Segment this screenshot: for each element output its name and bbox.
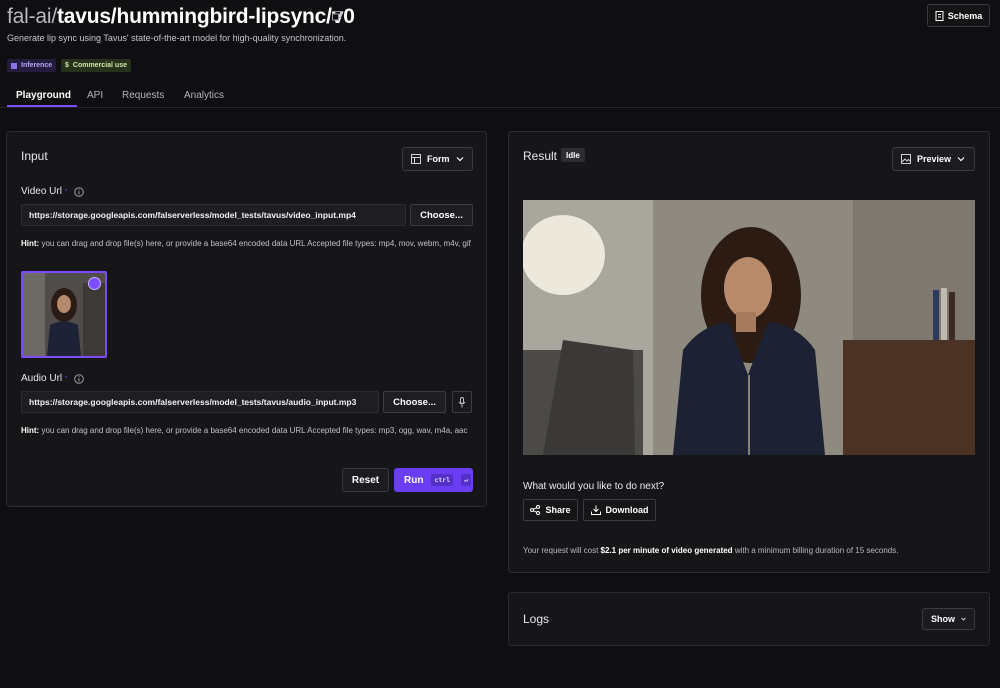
audio-hint-text: you can drag and drop file(s) here, or p…: [41, 426, 468, 435]
download-button[interactable]: Download: [583, 499, 656, 521]
inference-badge: Inference: [7, 59, 57, 72]
audio-hint: Hint: you can drag and drop file(s) here…: [21, 425, 479, 437]
schema-label: Schema: [947, 10, 983, 21]
download-label: Download: [605, 505, 649, 515]
audio-url-input[interactable]: https://storage.googleapis.com/falserver…: [21, 391, 379, 413]
form-icon: [411, 154, 421, 164]
cost-prefix: Your request will cost: [523, 546, 599, 555]
cost-value: $2.1 per minute of video generated: [600, 546, 733, 555]
download-icon: [590, 505, 601, 515]
share-label: Share: [545, 505, 571, 515]
video-frame: [523, 200, 975, 455]
run-shortcut-ctrl: ctrl: [431, 474, 454, 486]
video-hint-prefix: Hint:: [21, 239, 40, 248]
video-url-label-text: Video Url: [21, 186, 62, 197]
preview-mode-dropdown[interactable]: Preview: [892, 147, 975, 171]
required-marker: *: [64, 188, 68, 195]
form-mode-label: Form: [427, 154, 450, 164]
dollar-icon: $: [65, 62, 69, 69]
run-shortcut-enter: ↵: [461, 474, 472, 486]
schema-button[interactable]: Schema: [927, 4, 990, 27]
inference-badge-label: Inference: [21, 62, 53, 69]
namespace-label: fal-ai/: [7, 5, 57, 28]
audio-url-label: Audio Url *: [21, 373, 85, 384]
chevron-down-icon: [961, 617, 966, 621]
preview-mode-label: Preview: [917, 154, 952, 164]
tab-api[interactable]: API: [87, 90, 103, 101]
logs-title: Logs: [523, 612, 550, 626]
form-mode-dropdown[interactable]: Form: [402, 147, 473, 171]
microphone-icon: [458, 396, 466, 407]
model-name: tavus/hummingbird-lipsync/v0: [56, 5, 355, 28]
commercial-badge-label: Commercial use: [72, 62, 127, 69]
next-action-prompt: What would you like to do next?: [523, 481, 665, 492]
audio-choose-button[interactable]: Choose...: [383, 391, 446, 413]
logs-toggle-label: Show: [931, 614, 955, 624]
model-description: Generate lip sync using Tavus' state-of-…: [7, 33, 347, 43]
video-url-input[interactable]: https://storage.googleapis.com/falserver…: [21, 204, 406, 226]
tab-requests[interactable]: Requests: [122, 90, 164, 101]
logs-panel: [508, 592, 990, 646]
copy-icon[interactable]: [332, 11, 342, 21]
document-icon: [935, 10, 944, 21]
tab-bar: Playground API Requests Analytics: [0, 86, 1000, 108]
selected-check-icon: [88, 277, 101, 290]
audio-hint-prefix: Hint:: [21, 426, 40, 435]
chevron-down-icon: [456, 157, 463, 162]
video-choose-button[interactable]: Choose...: [410, 204, 473, 226]
required-marker: *: [65, 375, 68, 382]
input-title: Input: [21, 149, 48, 163]
record-audio-button[interactable]: [452, 391, 472, 413]
share-icon: [530, 505, 541, 515]
image-icon: [901, 154, 911, 164]
cost-suffix: with a minimum billing duration of 15 se…: [734, 546, 899, 555]
share-button[interactable]: Share: [523, 499, 578, 521]
video-hint-text: you can drag and drop file(s) here, or p…: [41, 239, 471, 248]
list-icon: [11, 62, 17, 69]
run-button[interactable]: Run ctrl ↵: [394, 468, 473, 492]
result-title: Result: [523, 149, 558, 163]
page-title: fal-ai/tavus/hummingbird-lipsync/v0: [7, 5, 355, 29]
logs-toggle-button[interactable]: Show: [922, 608, 975, 630]
commercial-use-badge: $ Commercial use: [61, 59, 131, 72]
result-video[interactable]: [523, 200, 975, 455]
audio-url-label-text: Audio Url: [21, 373, 63, 384]
tab-analytics[interactable]: Analytics: [184, 90, 224, 101]
video-thumbnail[interactable]: [21, 271, 107, 358]
info-icon[interactable]: [74, 186, 85, 197]
video-hint: Hint: you can drag and drop file(s) here…: [21, 238, 479, 250]
reset-button[interactable]: Reset: [342, 468, 389, 492]
run-label: Run: [404, 474, 424, 486]
status-badge: Idle: [561, 148, 585, 162]
chevron-down-icon: [957, 157, 965, 162]
cost-info: Your request will cost $2.1 per minute o…: [523, 546, 898, 555]
video-url-label: Video Url *: [21, 186, 85, 197]
info-icon[interactable]: [74, 373, 85, 384]
tab-playground[interactable]: Playground: [16, 90, 71, 101]
active-tab-indicator: [7, 105, 77, 107]
